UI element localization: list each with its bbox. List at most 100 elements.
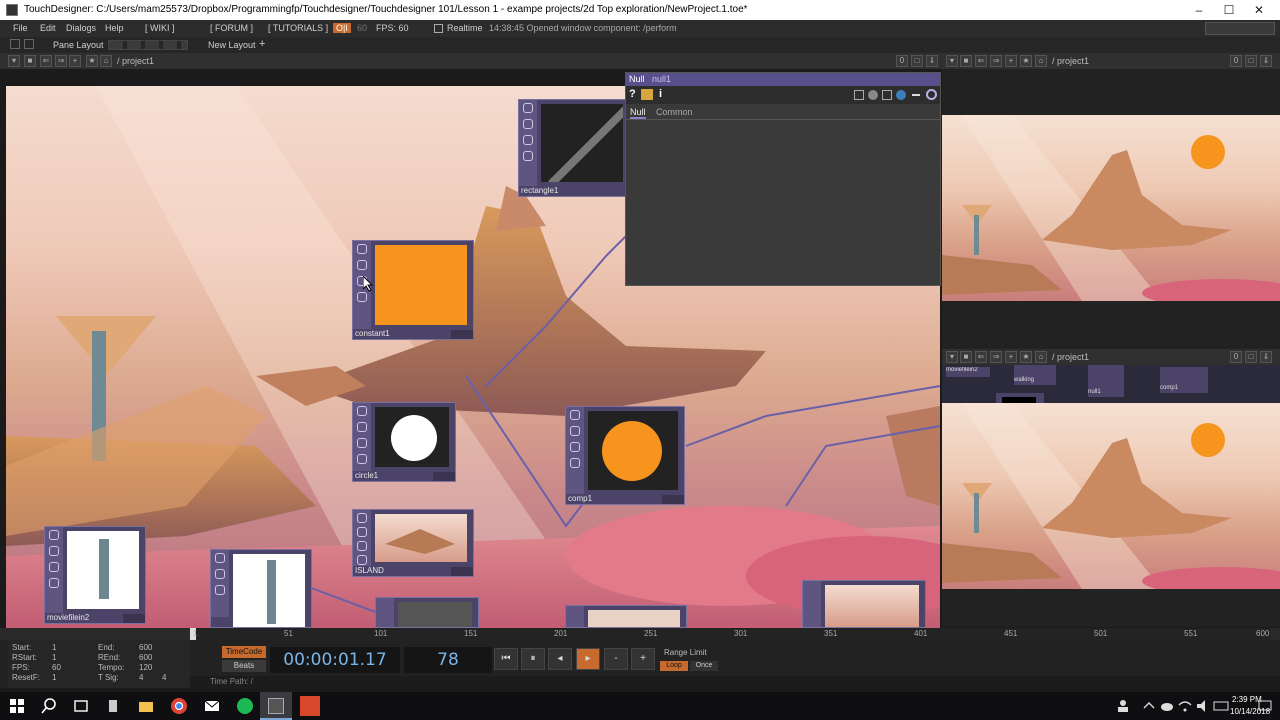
pane-maximize-icon[interactable]: □ bbox=[1245, 351, 1257, 363]
comp1-node[interactable]: comp1 bbox=[565, 406, 685, 505]
display-toggle-icon[interactable] bbox=[357, 541, 367, 551]
edit-icon[interactable] bbox=[854, 90, 864, 100]
partial-node-b[interactable] bbox=[565, 605, 687, 628]
rend-value[interactable]: 600 bbox=[139, 653, 152, 662]
lock-toggle-icon[interactable] bbox=[357, 454, 367, 464]
chrome-icon[interactable] bbox=[170, 697, 188, 715]
node-flags[interactable] bbox=[451, 330, 473, 339]
comment-icon[interactable] bbox=[868, 90, 878, 100]
viewer-toggle-icon[interactable] bbox=[570, 410, 580, 420]
tab-common[interactable]: Common bbox=[656, 107, 693, 117]
task-view-icon[interactable] bbox=[72, 697, 90, 715]
pane-maximize-icon[interactable]: □ bbox=[911, 55, 923, 67]
rstart-value[interactable]: 1 bbox=[52, 653, 56, 662]
wifi-icon[interactable] bbox=[1176, 697, 1194, 715]
bypass-toggle-icon[interactable] bbox=[357, 260, 367, 270]
viewer-toggle-icon[interactable] bbox=[357, 406, 367, 416]
mail-icon[interactable] bbox=[203, 697, 221, 715]
viewer-toggle-icon[interactable] bbox=[357, 513, 367, 523]
clone-icon[interactable] bbox=[882, 90, 892, 100]
file-explorer-icon[interactable] bbox=[137, 697, 155, 715]
viewer-toggle-icon[interactable] bbox=[523, 103, 533, 113]
python-help-icon[interactable] bbox=[641, 89, 653, 100]
pane-scroll-icon[interactable]: ⇓ bbox=[926, 55, 938, 67]
display-toggle-icon[interactable] bbox=[215, 585, 225, 595]
pane-menu-icon[interactable]: ▾ bbox=[946, 55, 958, 67]
pane-home-icon[interactable]: ■ bbox=[24, 55, 36, 67]
app-icon[interactable] bbox=[104, 697, 122, 715]
step-back-button[interactable]: ◂ bbox=[548, 648, 572, 670]
mini-node-comp[interactable]: comp1 bbox=[1160, 367, 1208, 393]
close-button[interactable]: ✕ bbox=[1244, 2, 1274, 18]
bypass-toggle-icon[interactable] bbox=[215, 569, 225, 579]
clock-time[interactable]: 2:39 PM bbox=[1232, 695, 1262, 704]
lock-toggle-icon[interactable] bbox=[49, 578, 59, 588]
snagit-icon[interactable] bbox=[300, 696, 320, 716]
add-layout-button[interactable]: + bbox=[259, 38, 265, 50]
step-plus-button[interactable]: + bbox=[631, 648, 655, 670]
right-bottom-network[interactable]: moviefilein2 walking null1 comp1 bbox=[942, 365, 1280, 627]
operator-name[interactable]: null1 bbox=[652, 74, 671, 84]
search-icon[interactable] bbox=[40, 697, 58, 715]
loop-toggle[interactable]: Loop bbox=[660, 661, 688, 671]
ruler-track[interactable] bbox=[190, 628, 1270, 640]
tsig-denominator[interactable]: 4 bbox=[162, 673, 166, 682]
forum-link[interactable]: [ FORUM ] bbox=[210, 23, 253, 33]
partial-node-a[interactable] bbox=[375, 597, 479, 628]
viewer-toggle-icon[interactable] bbox=[357, 244, 367, 254]
layout-presets[interactable] bbox=[108, 40, 188, 50]
lock-toggle-icon[interactable] bbox=[570, 458, 580, 468]
keyboard-icon[interactable] bbox=[1212, 697, 1230, 715]
frame-display[interactable]: 78 bbox=[404, 647, 492, 673]
menu-help[interactable]: Help bbox=[105, 23, 124, 33]
help-icon[interactable]: ? bbox=[629, 88, 636, 100]
windows-start-icon[interactable] bbox=[8, 697, 26, 715]
display-toggle-icon[interactable] bbox=[49, 562, 59, 572]
back-icon[interactable]: ⇐ bbox=[975, 55, 987, 67]
spotify-icon[interactable] bbox=[236, 697, 254, 715]
wiki-link[interactable]: [ WIKI ] bbox=[145, 23, 175, 33]
pane-menu-icon[interactable]: ▾ bbox=[8, 55, 20, 67]
add-pane-icon[interactable]: + bbox=[69, 55, 81, 67]
display-toggle-icon[interactable] bbox=[523, 135, 533, 145]
node-flags[interactable] bbox=[662, 495, 684, 504]
rectangle1-node[interactable]: rectangle1 bbox=[518, 99, 630, 197]
tutorials-link[interactable]: [ TUTORIALS ] bbox=[268, 23, 328, 33]
forward-icon[interactable]: ⇒ bbox=[55, 55, 67, 67]
chevron-up-icon[interactable] bbox=[1140, 697, 1158, 715]
viewer-toggle-icon[interactable] bbox=[215, 553, 225, 563]
home-icon[interactable]: ⌂ bbox=[100, 55, 112, 67]
tempo-value[interactable]: 120 bbox=[139, 663, 152, 672]
forward-icon[interactable]: ⇒ bbox=[990, 351, 1002, 363]
home-icon[interactable]: ⌂ bbox=[1035, 55, 1047, 67]
lock-toggle-icon[interactable] bbox=[357, 292, 367, 302]
bypass-toggle-icon[interactable] bbox=[357, 422, 367, 432]
mini-node-null[interactable]: null1 bbox=[1088, 365, 1124, 397]
volume-icon[interactable] bbox=[1194, 697, 1212, 715]
touchdesigner-taskbar-item[interactable] bbox=[260, 692, 292, 720]
pane-scroll-icon[interactable]: ⇓ bbox=[1260, 55, 1272, 67]
circle1-node[interactable]: circle1 bbox=[352, 402, 456, 482]
perform-mode-toggle[interactable]: O|I bbox=[333, 23, 351, 33]
timecode-display[interactable]: 00:00:01.17 bbox=[270, 647, 400, 673]
once-toggle[interactable]: Once bbox=[690, 661, 718, 671]
lock-toggle-icon[interactable] bbox=[357, 555, 367, 565]
people-icon[interactable] bbox=[1114, 697, 1132, 715]
node-flags[interactable] bbox=[123, 614, 145, 623]
python-icon[interactable] bbox=[896, 90, 906, 100]
island-node[interactable]: ISLAND bbox=[352, 509, 474, 577]
tsig-numerator[interactable]: 4 bbox=[139, 673, 143, 682]
display-toggle-icon[interactable] bbox=[357, 438, 367, 448]
menu-file[interactable]: File bbox=[13, 23, 28, 33]
rewind-button[interactable]: ⏮ bbox=[494, 648, 518, 670]
bypass-toggle-icon[interactable] bbox=[570, 426, 580, 436]
fps-value[interactable]: 60 bbox=[52, 663, 61, 672]
expand-icon[interactable] bbox=[926, 89, 937, 100]
bookmark-star-icon[interactable]: ★ bbox=[86, 55, 98, 67]
add-pane-icon[interactable]: + bbox=[1005, 351, 1017, 363]
back-icon[interactable]: ⇐ bbox=[975, 351, 987, 363]
pane-menu-icon[interactable]: ▾ bbox=[946, 351, 958, 363]
home-icon[interactable]: ⌂ bbox=[1035, 351, 1047, 363]
end-value[interactable]: 600 bbox=[139, 643, 152, 652]
minimize-button[interactable]: – bbox=[1184, 2, 1214, 18]
